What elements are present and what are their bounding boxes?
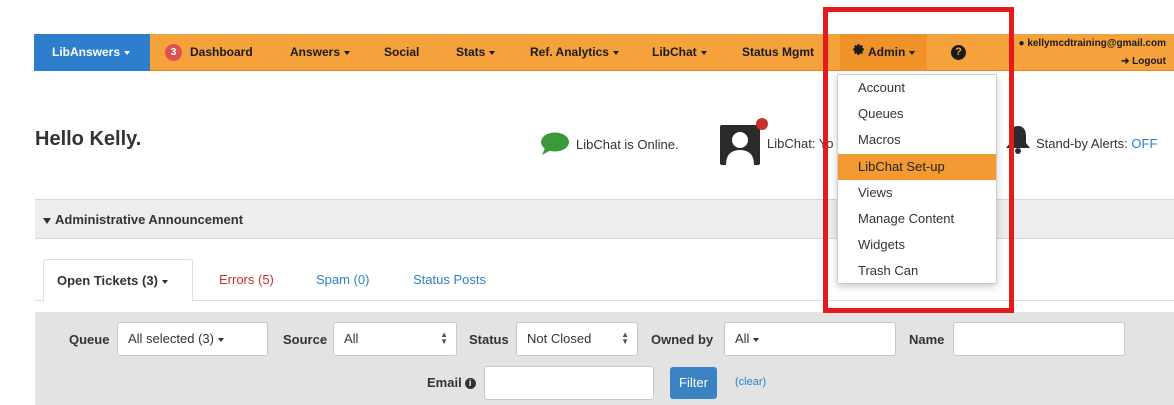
updown-arrows-icon: ▲ ▼ [621, 330, 629, 346]
name-label: Name [909, 332, 945, 347]
nav-ref-analytics[interactable]: Ref. Analytics [530, 34, 619, 71]
nav-status-mgmt[interactable]: Status Mgmt [742, 34, 814, 71]
clear-link[interactable]: (clear) [735, 376, 766, 388]
queue-select[interactable]: All selected (3) [117, 322, 268, 356]
notification-badge: 3 [165, 44, 182, 62]
status-label: Status [469, 332, 509, 347]
nav-answers-label: Answers [290, 45, 341, 59]
caret-down-icon [124, 50, 131, 55]
filter-button[interactable]: Filter [670, 367, 717, 399]
caret-down-icon [612, 50, 619, 55]
tab-spam[interactable]: Spam (0) [316, 259, 369, 301]
logout-icon: ➜ [1120, 56, 1133, 67]
nav-ref-analytics-label: Ref. Analytics [530, 45, 609, 59]
updown-arrows-icon: ▲ ▼ [440, 330, 448, 346]
chat-bubble-icon [540, 132, 570, 159]
standby-value[interactable]: OFF [1131, 136, 1157, 151]
caret-down-icon [217, 337, 224, 342]
logout-link[interactable]: ➜ Logout [1121, 56, 1166, 67]
nav-dashboard[interactable]: 3 Dashboard [165, 34, 253, 71]
tab-open-tickets[interactable]: Open Tickets (3) [43, 259, 193, 302]
nav-social-label: Social [384, 45, 420, 59]
owned-by-label: Owned by [651, 332, 714, 347]
nav-status-mgmt-label: Status Mgmt [742, 45, 814, 59]
queue-label: Queue [69, 332, 110, 347]
user-icon: ● [1018, 38, 1028, 49]
nav-stats[interactable]: Stats [456, 34, 496, 71]
standby-label: Stand-by Alerts: [1036, 136, 1128, 151]
nav-stats-label: Stats [456, 45, 486, 59]
notification-dot [756, 118, 768, 130]
brand-label: LibAnswers [52, 45, 121, 59]
source-select[interactable]: All ▲ ▼ [333, 322, 457, 356]
user-email[interactable]: ● kellymcdtraining@gmail.com [1018, 38, 1166, 49]
triangle-down-icon [43, 217, 51, 224]
nav-libchat-label: LibChat [652, 45, 697, 59]
caret-down-icon [489, 50, 496, 55]
status-select[interactable]: Not Closed ▲ ▼ [516, 322, 638, 356]
standby-alerts[interactable]: Stand-by Alerts: OFF [1036, 136, 1157, 151]
libanswers-menu-button[interactable]: LibAnswers [34, 34, 150, 71]
page-greeting: Hello Kelly. [35, 128, 142, 150]
nav-social[interactable]: Social [384, 34, 419, 71]
libchat-online-status: LibChat is Online. [540, 132, 679, 159]
caret-down-icon [700, 50, 707, 55]
nav-libchat[interactable]: LibChat [652, 34, 707, 71]
announcement-toggle[interactable]: Administrative Announcement [43, 212, 243, 227]
caret-down-icon [753, 337, 760, 342]
nav-answers[interactable]: Answers [290, 34, 351, 71]
nav-dashboard-label: Dashboard [190, 45, 253, 59]
email-label: Email i [427, 375, 476, 390]
highlight-annotation-box [823, 7, 1014, 313]
info-icon: i [464, 378, 476, 390]
avatar[interactable] [720, 125, 760, 165]
owned-by-select[interactable]: All [724, 322, 896, 356]
tab-errors[interactable]: Errors (5) [219, 259, 274, 301]
source-label: Source [283, 332, 328, 347]
caret-down-icon [161, 279, 168, 284]
caret-down-icon [344, 50, 351, 55]
name-input[interactable] [953, 322, 1125, 356]
tab-status-posts[interactable]: Status Posts [413, 259, 486, 301]
filter-panel: Queue All selected (3) Source All ▲ ▼ Sta… [35, 312, 1174, 405]
email-field[interactable] [484, 366, 654, 400]
